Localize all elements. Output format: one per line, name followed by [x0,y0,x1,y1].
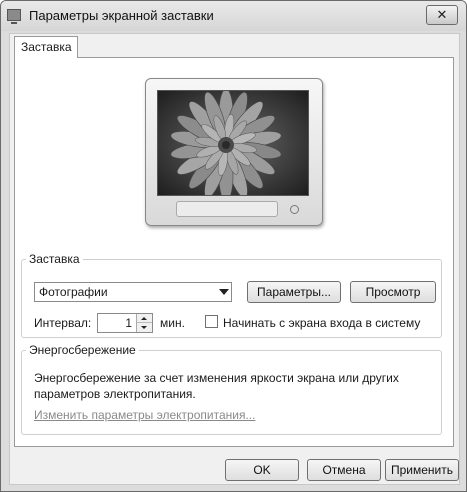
dialog-body: Заставка Заставка Фотографии Параметры..… [9,33,460,485]
window-title: Параметры экранной заставки [29,8,214,23]
screensaver-select[interactable]: Фотографии [34,282,232,302]
preview-button[interactable]: Просмотр [350,281,436,303]
ok-button[interactable]: OK [225,459,299,481]
stepper-up-arrow-icon[interactable] [137,314,152,323]
stepper-buttons [136,314,152,332]
monitor-icon [7,9,21,24]
power-indicator-icon [290,205,299,214]
chevron-down-icon [219,289,229,295]
change-power-settings-link[interactable]: Изменить параметры электропитания... [34,408,255,422]
interval-unit-label: мин. [160,316,185,330]
logon-screen-checkbox-label[interactable]: Начинать с экрана входа в систему [223,316,420,330]
close-button[interactable]: ✕ [426,5,458,25]
power-saving-description-line-1: Энергосбережение за счет изменения яркос… [34,371,399,385]
interval-label: Интервал: [34,316,92,330]
logon-screen-checkbox[interactable] [205,315,218,328]
screensaver-select-value: Фотографии [39,285,108,299]
interval-stepper[interactable]: 1 [97,313,153,333]
tab-screensaver[interactable]: Заставка [14,36,78,58]
power-saving-description: Энергосбережение за счет изменения яркос… [34,370,404,402]
power-saving-description-line-2: параметров электропитания. [34,387,196,401]
screensaver-group-title: Заставка [29,252,80,266]
monitor-base [176,201,278,217]
apply-button[interactable]: Применить [385,459,459,481]
power-saving-group-title: Энергосбережение [29,343,136,357]
title-bar: Параметры экранной заставки ✕ [1,1,466,31]
flower-image [158,91,308,195]
monitor-preview [145,78,323,226]
parameters-button[interactable]: Параметры... [247,281,341,303]
screensaver-settings-dialog: Параметры экранной заставки ✕ Заставка З… [0,0,467,492]
cancel-button[interactable]: Отмена [307,459,381,481]
chrysanthemum-photo [157,90,309,196]
interval-value[interactable]: 1 [125,316,132,330]
stepper-down-arrow-icon[interactable] [137,323,152,332]
